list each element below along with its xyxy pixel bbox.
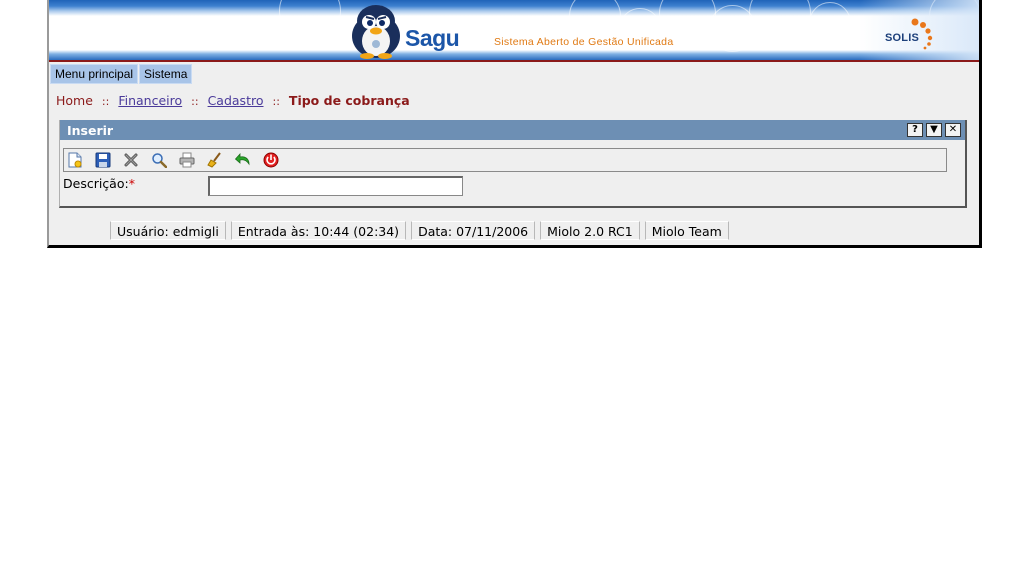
status-bar: Usuário: edmigli Entrada às: 10:44 (02:3…: [110, 221, 734, 240]
required-marker: *: [128, 176, 135, 191]
header-banner: Sagu Sistema Aberto de Gestão Unificada …: [49, 0, 979, 60]
back-icon[interactable]: [235, 152, 251, 168]
delete-icon[interactable]: [123, 152, 139, 168]
clear-icon[interactable]: [207, 152, 223, 168]
exit-icon[interactable]: [263, 152, 279, 168]
menu-item-system[interactable]: Sistema: [139, 64, 193, 84]
status-team: Miolo Team: [644, 221, 729, 240]
breadcrumb-current: Tipo de cobrança: [288, 93, 410, 108]
insert-panel: Inserir ? ▼ ✕ Descrição:*: [59, 120, 967, 208]
minimize-button[interactable]: ▼: [926, 123, 942, 137]
save-icon[interactable]: [95, 152, 111, 168]
breadcrumb-home[interactable]: Home: [56, 93, 93, 108]
action-toolbar: [63, 148, 947, 172]
header-divider: [49, 60, 979, 62]
solis-logo: SOLIS: [885, 18, 937, 52]
main-menu: Menu principal Sistema: [50, 64, 193, 84]
breadcrumb-link-financeiro[interactable]: Financeiro: [118, 93, 182, 108]
description-label: Descrição:*: [63, 176, 135, 191]
status-user: Usuário: edmigli: [110, 221, 226, 240]
panel-title: Inserir: [67, 123, 114, 138]
status-login-time: Entrada às: 10:44 (02:34): [230, 221, 407, 240]
close-button[interactable]: ✕: [945, 123, 961, 137]
solis-logo-text: SOLIS: [885, 32, 920, 44]
status-version: Miolo 2.0 RC1: [540, 221, 640, 240]
app-window: Sagu Sistema Aberto de Gestão Unificada …: [47, 0, 982, 248]
breadcrumb-link-cadastro[interactable]: Cadastro: [208, 93, 264, 108]
logo-text: Sagu: [405, 25, 460, 51]
description-input[interactable]: [208, 176, 463, 196]
menu-item-main[interactable]: Menu principal: [50, 64, 139, 84]
breadcrumb-separator: ::: [191, 95, 199, 108]
sagu-penguin-logo-icon: [352, 5, 400, 59]
description-label-text: Descrição:: [63, 176, 129, 191]
status-date: Data: 07/11/2006: [411, 221, 536, 240]
breadcrumb: Home:: Financeiro:: Cadastro:: Tipo de cobr…: [56, 93, 410, 108]
new-document-icon[interactable]: [67, 152, 83, 168]
help-button[interactable]: ?: [907, 123, 923, 137]
print-icon[interactable]: [179, 152, 195, 168]
search-icon[interactable]: [151, 152, 167, 168]
breadcrumb-separator: ::: [101, 95, 110, 108]
tagline: Sistema Aberto de Gestão Unificada: [494, 36, 674, 48]
breadcrumb-separator: ::: [272, 95, 280, 108]
panel-title-bar: Inserir ? ▼ ✕: [60, 120, 965, 140]
